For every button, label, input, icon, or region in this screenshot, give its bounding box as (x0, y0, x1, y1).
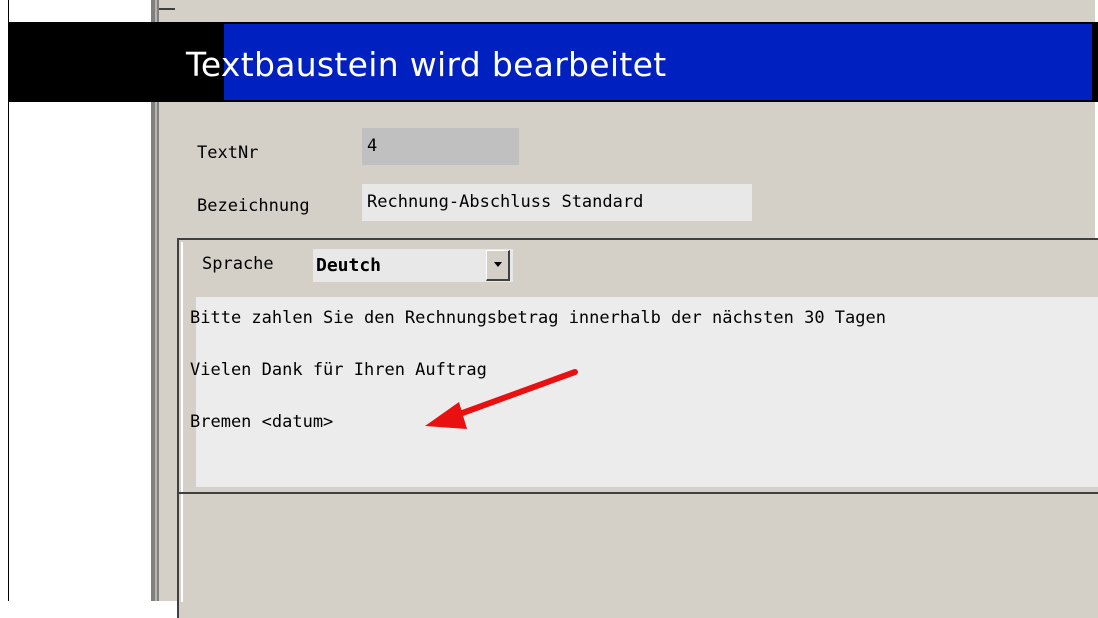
textnr-value: 4 (367, 136, 378, 156)
window-title: Textbaustein wird bearbeitet (186, 45, 667, 84)
window-top-bar (159, 0, 1095, 22)
textnr-field: 4 (362, 128, 519, 165)
chevron-down-icon (493, 262, 502, 267)
language-select[interactable]: Deutch (313, 249, 513, 282)
text-line: Bremen <datum> (190, 412, 334, 432)
bezeichnung-label: Bezeichnung (197, 196, 310, 216)
textnr-label: TextNr (197, 143, 259, 163)
bezeichnung-value: Rechnung-Abschluss Standard (367, 192, 644, 212)
bezeichnung-field[interactable]: Rechnung-Abschluss Standard (362, 184, 752, 221)
window-control-strip (159, 0, 175, 10)
text-line: Vielen Dank für Ihren Auftrag (190, 360, 487, 380)
sprache-label: Sprache (202, 254, 274, 274)
language-selected-value: Deutch (316, 255, 382, 276)
text-line: Bitte zahlen Sie den Rechnungsbetrag inn… (190, 308, 886, 328)
language-dropdown-button[interactable] (486, 250, 510, 281)
panel-divider (179, 492, 1098, 494)
